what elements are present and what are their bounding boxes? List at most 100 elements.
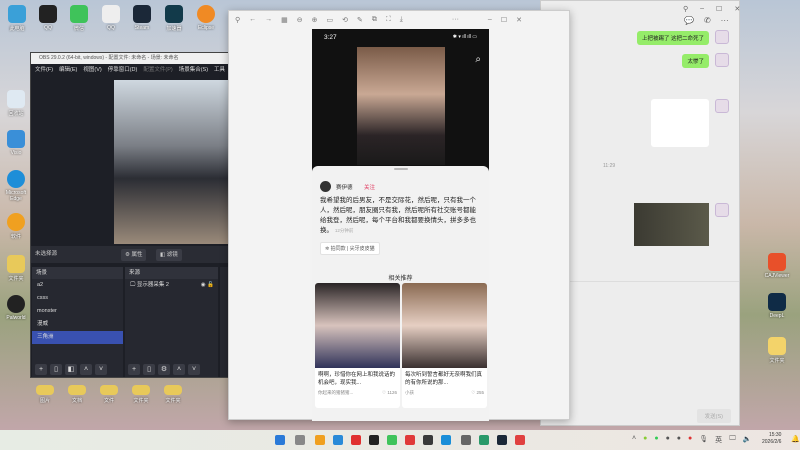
avatar[interactable] — [715, 30, 729, 44]
tray-expand-icon[interactable]: ˄ — [632, 435, 636, 445]
close-button[interactable]: ✕ — [516, 16, 522, 24]
source-down-button[interactable]: ˅ — [188, 364, 200, 375]
minimize-button[interactable]: – — [488, 16, 492, 23]
desktop-icon-bottom-5[interactable]: 文件夹 — [158, 385, 188, 404]
menu-file[interactable]: 文件(F) — [35, 64, 53, 76]
desktop-icon-steam[interactable]: Steam — [127, 5, 157, 31]
pin-icon[interactable]: ⚲ — [235, 16, 240, 24]
forward-icon[interactable]: → — [265, 16, 272, 23]
network-icon[interactable]: 🖵 — [729, 435, 736, 445]
taskbar-app[interactable] — [461, 435, 471, 445]
menu-tools[interactable]: 工具 — [214, 64, 225, 76]
start-button[interactable] — [275, 435, 285, 445]
copy-icon[interactable]: ⧉ — [372, 16, 377, 24]
tray-app-icon[interactable]: ● — [677, 435, 681, 445]
ime-icon[interactable]: 英 — [715, 435, 722, 445]
menu-scene-collection[interactable]: 场景集合(S) — [179, 64, 208, 76]
menu-docks[interactable]: 停靠窗口(D) — [108, 64, 138, 76]
desktop-icon-bottom-3[interactable]: 文件 — [94, 385, 124, 404]
tray-qq-icon[interactable]: ● — [666, 435, 670, 445]
taskbar-app[interactable] — [351, 435, 361, 445]
desktop-icon-this-pc[interactable]: 此电脑 — [2, 5, 32, 32]
rotate-icon[interactable]: ⟲ — [342, 16, 348, 24]
scene-filter-button[interactable]: ◧ — [65, 364, 77, 375]
desktop-icon-folder-right[interactable]: 文件夹 — [762, 337, 792, 364]
volume-icon[interactable]: 🔈 — [743, 435, 752, 445]
tray-app-icon[interactable]: ● — [688, 435, 692, 445]
call-icon[interactable]: ✆ — [704, 16, 711, 25]
taskbar-app[interactable] — [405, 435, 415, 445]
save-icon[interactable]: ⤓ — [400, 16, 403, 24]
add-scene-button[interactable]: + — [35, 364, 47, 375]
send-button[interactable]: 发送(S) — [696, 409, 731, 423]
avatar[interactable] — [715, 53, 729, 67]
edit-icon[interactable]: ✎ — [357, 16, 363, 24]
source-settings-button[interactable]: ⚙ — [158, 364, 170, 375]
tray-app-icon[interactable]: ● — [643, 435, 647, 445]
desktop-icon-edge[interactable]: Microsoft Edge — [1, 170, 31, 202]
menu-view[interactable]: 视图(V) — [83, 64, 101, 76]
maximize-button[interactable]: ☐ — [501, 16, 507, 24]
desktop-icon-bottom-2[interactable]: 文档 — [62, 385, 92, 404]
scene-item[interactable]: 漫威 — [32, 318, 123, 331]
desktop-icon-visio[interactable]: Visio — [1, 130, 31, 156]
drag-handle[interactable] — [394, 168, 408, 170]
avatar[interactable] — [715, 99, 729, 113]
pin-icon[interactable]: ⚲ — [683, 5, 688, 13]
scene-item[interactable]: monster — [32, 305, 123, 318]
taskbar-app[interactable] — [315, 435, 325, 445]
follow-button[interactable]: 关注 — [364, 183, 375, 191]
desktop-icon-bottom-4[interactable]: 文件夹 — [126, 385, 156, 404]
desktop-icon-cajviewer[interactable]: CAJViewer — [762, 253, 792, 279]
taskbar-app[interactable] — [497, 435, 507, 445]
move-down-button[interactable]: ˅ — [95, 364, 107, 375]
back-icon[interactable]: ← — [249, 16, 256, 23]
video-frame[interactable] — [357, 47, 445, 165]
related-card[interactable]: 每次听到誓言都好无奈啊我们真的有你所说的那... 小孩 ♡ 255 — [402, 283, 487, 408]
search-icon[interactable]: ⌕ — [475, 54, 481, 65]
desktop-icon-folder[interactable]: 文件夹 — [1, 255, 31, 282]
like-count[interactable]: ♡ 1126 — [382, 390, 397, 396]
visibility-icon[interactable]: ◉ 🔓 — [201, 279, 218, 292]
taskbar-app[interactable] — [515, 435, 525, 445]
clock[interactable]: 15:30 2026/2/6 — [762, 432, 781, 446]
taskbar-app[interactable] — [479, 435, 489, 445]
sticker-image[interactable] — [651, 99, 709, 147]
tray-wechat-icon[interactable]: ● — [654, 435, 658, 445]
scene-item[interactable]: a2 — [32, 279, 123, 292]
related-card[interactable]: 啊啊，珍惜你在网上和我说话的机会吧，现实我... 你起来的猪猪猪... ♡ 112… — [315, 283, 400, 408]
desktop-icon-eclipse[interactable]: Eclipse — [191, 5, 221, 31]
like-count[interactable]: ♡ 255 — [471, 390, 484, 396]
more-button[interactable]: ··· — [452, 16, 459, 23]
source-item[interactable]: 🖵 显示器采集 2 ◉ 🔓 — [125, 279, 218, 292]
obs-preview[interactable] — [114, 80, 229, 244]
desktop-icon-bottom-1[interactable]: 图片 — [30, 385, 60, 404]
minimize-button[interactable]: – — [700, 5, 704, 13]
avatar[interactable] — [715, 203, 729, 217]
same-style-tag[interactable]: ✲ 拍同款 | 尖牙皮皮猫 — [320, 242, 380, 255]
chat-bubble-icon[interactable]: 💬 — [684, 16, 694, 25]
desktop-icon-deepl[interactable]: DeepL — [762, 293, 792, 319]
scene-item-selected[interactable]: 三角洲 — [32, 331, 123, 344]
add-source-button[interactable]: + — [128, 364, 140, 375]
menu-profile[interactable]: 配置文件(P) — [143, 64, 172, 76]
notification-bell-icon[interactable]: 🔔 — [791, 435, 800, 443]
scene-item[interactable]: csss — [32, 292, 123, 305]
more-icon[interactable]: ··· — [721, 16, 729, 25]
zoom-in-icon[interactable]: ⊕ — [312, 16, 318, 24]
taskbar-app[interactable] — [295, 435, 305, 445]
properties-button[interactable]: ⚙ 属性 — [121, 249, 147, 261]
fit-icon[interactable]: ▭ — [327, 16, 334, 24]
desktop-icon-recycle-bin[interactable]: 回收站 — [1, 90, 31, 117]
taskbar-app[interactable] — [441, 435, 451, 445]
zoom-out-icon[interactable]: ⊖ — [297, 16, 303, 24]
desktop-icon-software[interactable]: 软件 — [1, 213, 31, 240]
remove-source-button[interactable]: ▯ — [143, 364, 155, 375]
taskbar-app[interactable] — [387, 435, 397, 445]
close-button[interactable]: ✕ — [734, 5, 740, 13]
message-input[interactable] — [545, 286, 735, 406]
desktop-icon-qq2[interactable]: QQ — [96, 5, 126, 31]
move-up-button[interactable]: ˄ — [80, 364, 92, 375]
desktop-icon-accelerator[interactable]: 加速器 — [159, 5, 189, 32]
filters-button[interactable]: ◧ 滤镜 — [156, 249, 182, 261]
